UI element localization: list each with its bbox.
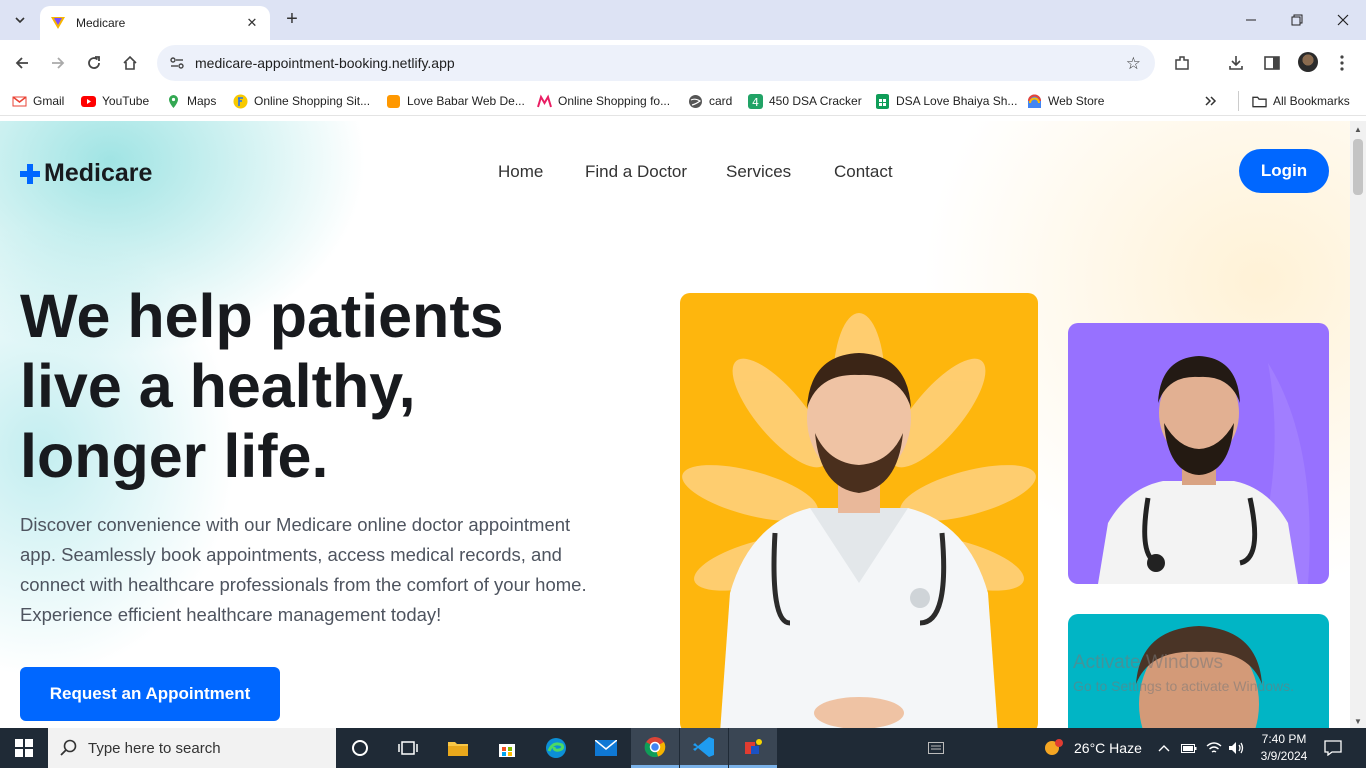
- windows-taskbar: Type here to search 26°C Haze 7:40 PM 3/…: [0, 728, 1366, 768]
- browser-tab[interactable]: Medicare ✕: [40, 6, 270, 40]
- nav-find-a-doctor[interactable]: Find a Doctor: [585, 162, 687, 182]
- bookmark-love-babbar[interactable]: Love Babar Web De...: [386, 92, 525, 110]
- url-text: medicare-appointment-booking.netlify.app: [195, 55, 455, 71]
- bookmark-maps[interactable]: Maps: [166, 92, 216, 110]
- svg-text:4: 4: [752, 96, 759, 109]
- nav-services[interactable]: Services: [726, 162, 791, 182]
- doctor-image-secondary: [1068, 323, 1329, 584]
- forward-icon[interactable]: [46, 51, 70, 75]
- doctor-illustration-main: [682, 313, 1036, 728]
- bookmark-online-shopping-site[interactable]: Online Shopping Sit...: [233, 92, 370, 110]
- myntra-icon: [537, 94, 552, 107]
- medical-cross-icon: [20, 163, 40, 184]
- new-tab-icon[interactable]: +: [282, 9, 302, 29]
- restore-icon[interactable]: [1274, 0, 1320, 40]
- side-panel-icon[interactable]: [1260, 51, 1284, 75]
- bookmark-star-icon[interactable]: ☆: [1126, 54, 1141, 74]
- notification-center-icon[interactable]: [1324, 728, 1342, 768]
- globe-icon: [689, 94, 702, 108]
- bookmark-dsa-sheet[interactable]: DSA Love Bhaiya Sh...: [875, 92, 1017, 110]
- show-hidden-icons[interactable]: [1158, 728, 1170, 768]
- page-scrollbar[interactable]: ▲ ▼: [1350, 121, 1366, 728]
- mail-icon[interactable]: [582, 728, 630, 768]
- web-store-icon: [1028, 94, 1041, 108]
- bookmark-gmail[interactable]: Gmail: [12, 92, 64, 110]
- maps-pin-icon: [169, 94, 178, 108]
- weather-sun-icon: [1045, 739, 1063, 755]
- minimize-icon[interactable]: [1228, 0, 1274, 40]
- chrome-icon[interactable]: [631, 728, 679, 768]
- taskbar-clock[interactable]: 7:40 PM 3/9/2024: [1254, 731, 1314, 765]
- sheets-icon: [876, 93, 889, 109]
- doctor-image-main: [680, 293, 1038, 728]
- activate-windows-watermark: Activate Windows Go to Settings to activ…: [1073, 652, 1294, 694]
- downloads-icon[interactable]: [1224, 51, 1248, 75]
- tab-strip: Medicare ✕ +: [0, 0, 1366, 40]
- tab-search-icon[interactable]: [8, 8, 32, 32]
- cortana-icon[interactable]: [336, 728, 384, 768]
- doctor-illustration-secondary: [1098, 356, 1310, 584]
- profile-avatar[interactable]: [1298, 52, 1318, 72]
- microsoft-store-icon[interactable]: [483, 728, 531, 768]
- bookmark-web-store[interactable]: Web Store: [1027, 92, 1104, 110]
- more-bookmarks-icon[interactable]: [1204, 92, 1218, 110]
- all-bookmarks[interactable]: All Bookmarks: [1252, 92, 1350, 110]
- bookmarks-bar: Gmail YouTube Maps Online Shopping Sit..…: [0, 86, 1366, 116]
- tab-close-icon[interactable]: ✕: [244, 15, 260, 31]
- taskbar-search[interactable]: Type here to search: [48, 728, 336, 768]
- home-icon[interactable]: [118, 51, 142, 75]
- paint-app-icon[interactable]: [729, 728, 777, 768]
- volume-icon[interactable]: [1228, 728, 1246, 768]
- extensions-icon[interactable]: [1170, 51, 1194, 75]
- bookmark-450-dsa[interactable]: 4 450 DSA Cracker: [748, 92, 862, 110]
- nav-contact[interactable]: Contact: [834, 162, 893, 182]
- vscode-icon[interactable]: [680, 728, 728, 768]
- folder-icon: [1252, 96, 1267, 107]
- scroll-thumb[interactable]: [1353, 139, 1363, 195]
- wifi-icon[interactable]: [1206, 728, 1222, 768]
- windows-start-icon[interactable]: [0, 728, 48, 768]
- address-bar[interactable]: medicare-appointment-booking.netlify.app…: [157, 45, 1155, 81]
- edge-icon[interactable]: [532, 728, 580, 768]
- bookmark-card[interactable]: card: [688, 92, 732, 110]
- scroll-down-icon[interactable]: ▼: [1354, 717, 1362, 726]
- login-button[interactable]: Login: [1239, 149, 1329, 193]
- browser-toolbar: medicare-appointment-booking.netlify.app…: [0, 40, 1366, 86]
- task-view-icon[interactable]: [384, 728, 432, 768]
- scroll-up-icon[interactable]: ▲: [1354, 125, 1362, 134]
- close-window-icon[interactable]: [1320, 0, 1366, 40]
- bookmarks-divider: [1238, 91, 1239, 111]
- brand-logo[interactable]: Medicare: [20, 159, 152, 188]
- reload-icon[interactable]: [82, 51, 106, 75]
- gmail-icon: [12, 95, 27, 106]
- menu-kebab-icon[interactable]: [1330, 51, 1354, 75]
- medicare-favicon-icon: [51, 17, 65, 29]
- file-explorer-icon[interactable]: [434, 728, 482, 768]
- webpage: Medicare Home Find a Doctor Services Con…: [0, 121, 1350, 728]
- tab-title: Medicare: [76, 16, 126, 30]
- youtube-icon: [81, 95, 96, 107]
- bookmark-myntra[interactable]: Online Shopping fo...: [537, 92, 670, 110]
- hero-description: Discover convenience with our Medicare o…: [20, 514, 587, 625]
- flipkart-icon: [233, 94, 248, 108]
- battery-icon[interactable]: [1181, 728, 1197, 768]
- request-appointment-button[interactable]: Request an Appointment: [20, 667, 280, 721]
- keyboard-icon[interactable]: [928, 728, 944, 768]
- bookmark-youtube[interactable]: YouTube: [81, 92, 149, 110]
- weather-widget[interactable]: 26°C Haze: [1042, 728, 1142, 768]
- brand-name: Medicare: [44, 159, 153, 187]
- sheets-4-icon: 4: [748, 93, 763, 109]
- hero-title: We help patients live a healthy, longer …: [20, 282, 504, 490]
- orange-bookmark-icon: [387, 94, 400, 108]
- back-icon[interactable]: [10, 51, 34, 75]
- search-icon: [60, 739, 77, 756]
- nav-home[interactable]: Home: [498, 162, 543, 182]
- site-info-icon[interactable]: [169, 55, 185, 71]
